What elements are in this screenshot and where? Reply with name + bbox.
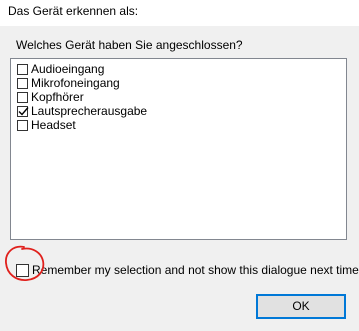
device-item-audioeingang[interactable]: Audioeingang [17,62,104,76]
device-item-lautsprecherausgabe[interactable]: Lautsprecherausgabe [17,104,147,118]
device-checkbox[interactable] [17,63,28,75]
dialog-window: Das Gerät erkennen als: Welches Gerät ha… [0,0,359,331]
ok-button[interactable]: OK [256,294,346,319]
dialog-body: Welches Gerät haben Sie angeschlossen? A… [0,26,359,331]
device-item-label: Headset [31,118,76,132]
device-item-label: Kopfhörer [31,90,84,104]
device-item-label: Audioeingang [31,62,105,76]
device-item-label: Mikrofoneingang [31,76,120,90]
remember-selection-checkbox[interactable] [16,263,29,277]
device-listbox[interactable]: Audioeingang Mikrofoneingang Kopfhörer L… [10,58,347,240]
window-title: Das Gerät erkennen als: [8,4,139,18]
remember-selection-row[interactable]: Remember my selection and not show this … [16,263,359,277]
device-checkbox[interactable] [17,119,28,131]
checkmark-icon [18,106,29,116]
device-checkbox-checked[interactable] [17,105,29,117]
device-item-kopfhoerer[interactable]: Kopfhörer [17,90,84,104]
device-question: Welches Gerät haben Sie angeschlossen? [16,38,243,52]
device-checkbox[interactable] [17,77,28,89]
device-item-label: Lautsprecherausgabe [31,104,148,118]
title-bar: Das Gerät erkennen als: [0,0,359,26]
device-item-mikrofoneingang[interactable]: Mikrofoneingang [17,76,120,90]
device-checkbox[interactable] [17,91,28,103]
remember-selection-label: Remember my selection and not show this … [32,263,359,277]
device-item-headset[interactable]: Headset [17,118,76,132]
